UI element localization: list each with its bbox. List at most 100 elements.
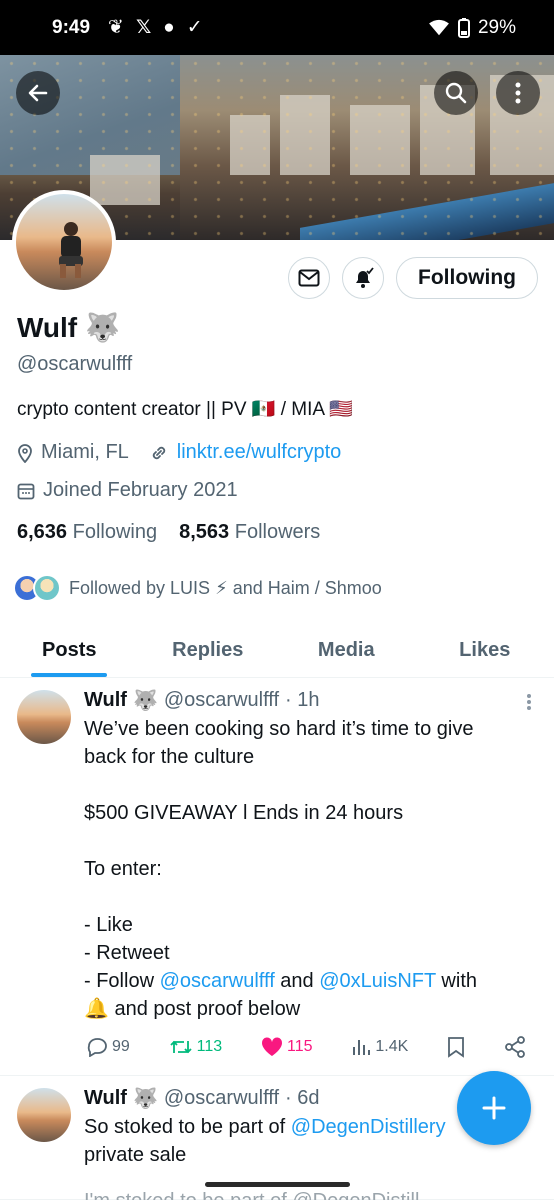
followed-by-row[interactable]: Followed by LUIS ⚡ and Haim / Shmoo <box>13 574 382 602</box>
profile-link[interactable]: linktr.ee/wulfcrypto <box>177 441 342 464</box>
followers-link[interactable]: 8,563 Followers <box>179 521 320 544</box>
retweet-button[interactable]: 113 <box>169 1037 223 1057</box>
notifications-button[interactable] <box>342 257 384 299</box>
post-line: private sale <box>84 1144 187 1166</box>
mention-link[interactable]: @DegenDistillery <box>291 1116 446 1138</box>
display-name: Wulf <box>17 311 78 343</box>
following-count: 6,636 <box>17 521 68 543</box>
status-time: 9:49 <box>52 16 91 38</box>
x-app-icon: 𝕏 <box>135 17 152 38</box>
reply-icon <box>87 1038 107 1057</box>
post-author-name[interactable]: Wulf <box>84 1087 127 1110</box>
views-button[interactable]: 1.4K <box>351 1037 408 1057</box>
bookmark-button[interactable] <box>447 1036 465 1058</box>
circle-notification-icon: ● <box>163 16 175 38</box>
tab-replies[interactable]: Replies <box>139 624 278 677</box>
like-count: 115 <box>287 1038 313 1055</box>
post-item[interactable]: Wulf 🐺 @oscarwulfff · 1h We’ve been cook… <box>0 679 554 1076</box>
post-line-part: with <box>435 970 477 992</box>
tab-media[interactable]: Media <box>277 624 416 677</box>
wolf-emoji: 🐺 <box>85 312 121 343</box>
wifi-icon <box>429 19 449 35</box>
post-line: 🔔 and post proof below <box>84 998 301 1020</box>
post-avatar[interactable] <box>17 1088 71 1142</box>
following-button[interactable]: Following <box>396 257 538 299</box>
post-line: - Follow @oscarwulfff and @0xLuisNFT wit… <box>84 967 534 995</box>
profile-handle: @oscarwulfff <box>17 353 133 375</box>
status-left: 9:49 ❦ 𝕏 ● ✓ <box>52 16 203 39</box>
more-options-button[interactable] <box>496 71 540 115</box>
back-button[interactable] <box>16 71 60 115</box>
location-text: Miami, FL <box>41 441 129 463</box>
retweet-count: 113 <box>196 1038 223 1055</box>
compose-button[interactable] <box>457 1071 531 1145</box>
status-right: 29% <box>428 17 516 39</box>
post-author-emoji: 🐺 <box>132 690 158 712</box>
mention-link[interactable]: @oscarwulfff <box>160 970 275 992</box>
battery-percent: 29% <box>477 16 516 38</box>
post-more-button[interactable] <box>526 693 532 716</box>
reply-button[interactable]: 99 <box>86 1037 130 1057</box>
profile-tabs: Posts Replies Media Likes <box>0 624 554 678</box>
followers-label: Followers <box>234 521 321 543</box>
battery-icon <box>457 17 470 38</box>
calendar-icon <box>17 483 35 499</box>
following-label: Following <box>72 521 158 543</box>
more-vertical-icon <box>527 694 531 710</box>
joined-row: Joined February 2021 <box>17 479 238 502</box>
share-button[interactable] <box>504 1036 526 1058</box>
profile-bio: crypto content creator || PV 🇲🇽 / MIA 🇺🇸 <box>17 399 353 420</box>
post-avatar[interactable] <box>17 690 71 744</box>
post-actions: 99 113 115 1.4K <box>86 1036 526 1058</box>
bookmark-icon <box>448 1037 465 1058</box>
tab-likes[interactable]: Likes <box>416 624 554 677</box>
mail-icon <box>298 269 320 287</box>
followed-by-text: Followed by LUIS ⚡ and Haim / Shmoo <box>69 577 382 598</box>
post-line: We’ve been cooking so hard it’s time to … <box>84 718 474 740</box>
bell-icon <box>356 267 374 288</box>
location-row: Miami, FL linktr.ee/wulfcrypto <box>17 441 341 464</box>
profile-avatar[interactable] <box>12 190 116 294</box>
location-icon <box>18 443 32 463</box>
follower-avatar-2 <box>33 574 61 602</box>
search-icon <box>445 82 467 104</box>
profile-name: Wulf 🐺 <box>17 311 120 344</box>
message-button[interactable] <box>288 257 330 299</box>
joined-text: Joined February 2021 <box>43 479 238 501</box>
views-icon <box>353 1040 371 1055</box>
retweet-icon <box>170 1040 192 1054</box>
post-time: · 6d <box>285 1087 320 1109</box>
post-line: To enter: <box>84 858 162 880</box>
post-line: back for the culture <box>84 746 255 768</box>
reply-count: 99 <box>112 1038 130 1055</box>
post-line: - Retweet <box>84 942 170 964</box>
post-text: So stoked to be part of @DegenDistillery… <box>84 1113 474 1169</box>
search-button[interactable] <box>434 71 478 115</box>
following-link[interactable]: 6,636 Following <box>17 521 157 544</box>
status-bar: 9:49 ❦ 𝕏 ● ✓ 29% <box>0 0 554 55</box>
like-button[interactable]: 115 <box>261 1037 313 1057</box>
post-author-handle: @oscarwulfff <box>163 1087 280 1109</box>
post-header: Wulf 🐺 @oscarwulfff · 1h <box>84 688 320 713</box>
home-indicator[interactable] <box>205 1182 350 1187</box>
follow-counts: 6,636 Following 8,563 Followers <box>17 521 320 544</box>
post-author-emoji: 🐺 <box>132 1088 158 1110</box>
post-author-handle: @oscarwulfff <box>163 689 280 711</box>
post-header: Wulf 🐺 @oscarwulfff · 6d <box>84 1086 320 1111</box>
followers-count: 8,563 <box>179 521 230 543</box>
share-icon <box>505 1036 525 1058</box>
tab-posts[interactable]: Posts <box>0 624 139 677</box>
plus-icon <box>482 1096 506 1120</box>
post-line-part: - Follow <box>84 970 160 992</box>
download-done-icon: ✓ <box>186 17 203 38</box>
post-line-part: So stoked to be part of <box>84 1116 291 1138</box>
more-vertical-icon <box>515 82 521 104</box>
link-icon <box>152 446 165 459</box>
post-text: We’ve been cooking so hard it’s time to … <box>84 715 534 1023</box>
post-line: - Like <box>84 914 133 936</box>
post-time: · 1h <box>285 689 320 711</box>
post-author-name[interactable]: Wulf <box>84 689 127 712</box>
post-line: So stoked to be part of @DegenDistillery <box>84 1113 474 1141</box>
mention-link[interactable]: @0xLuisNFT <box>319 970 436 992</box>
heart-icon <box>261 1037 283 1056</box>
